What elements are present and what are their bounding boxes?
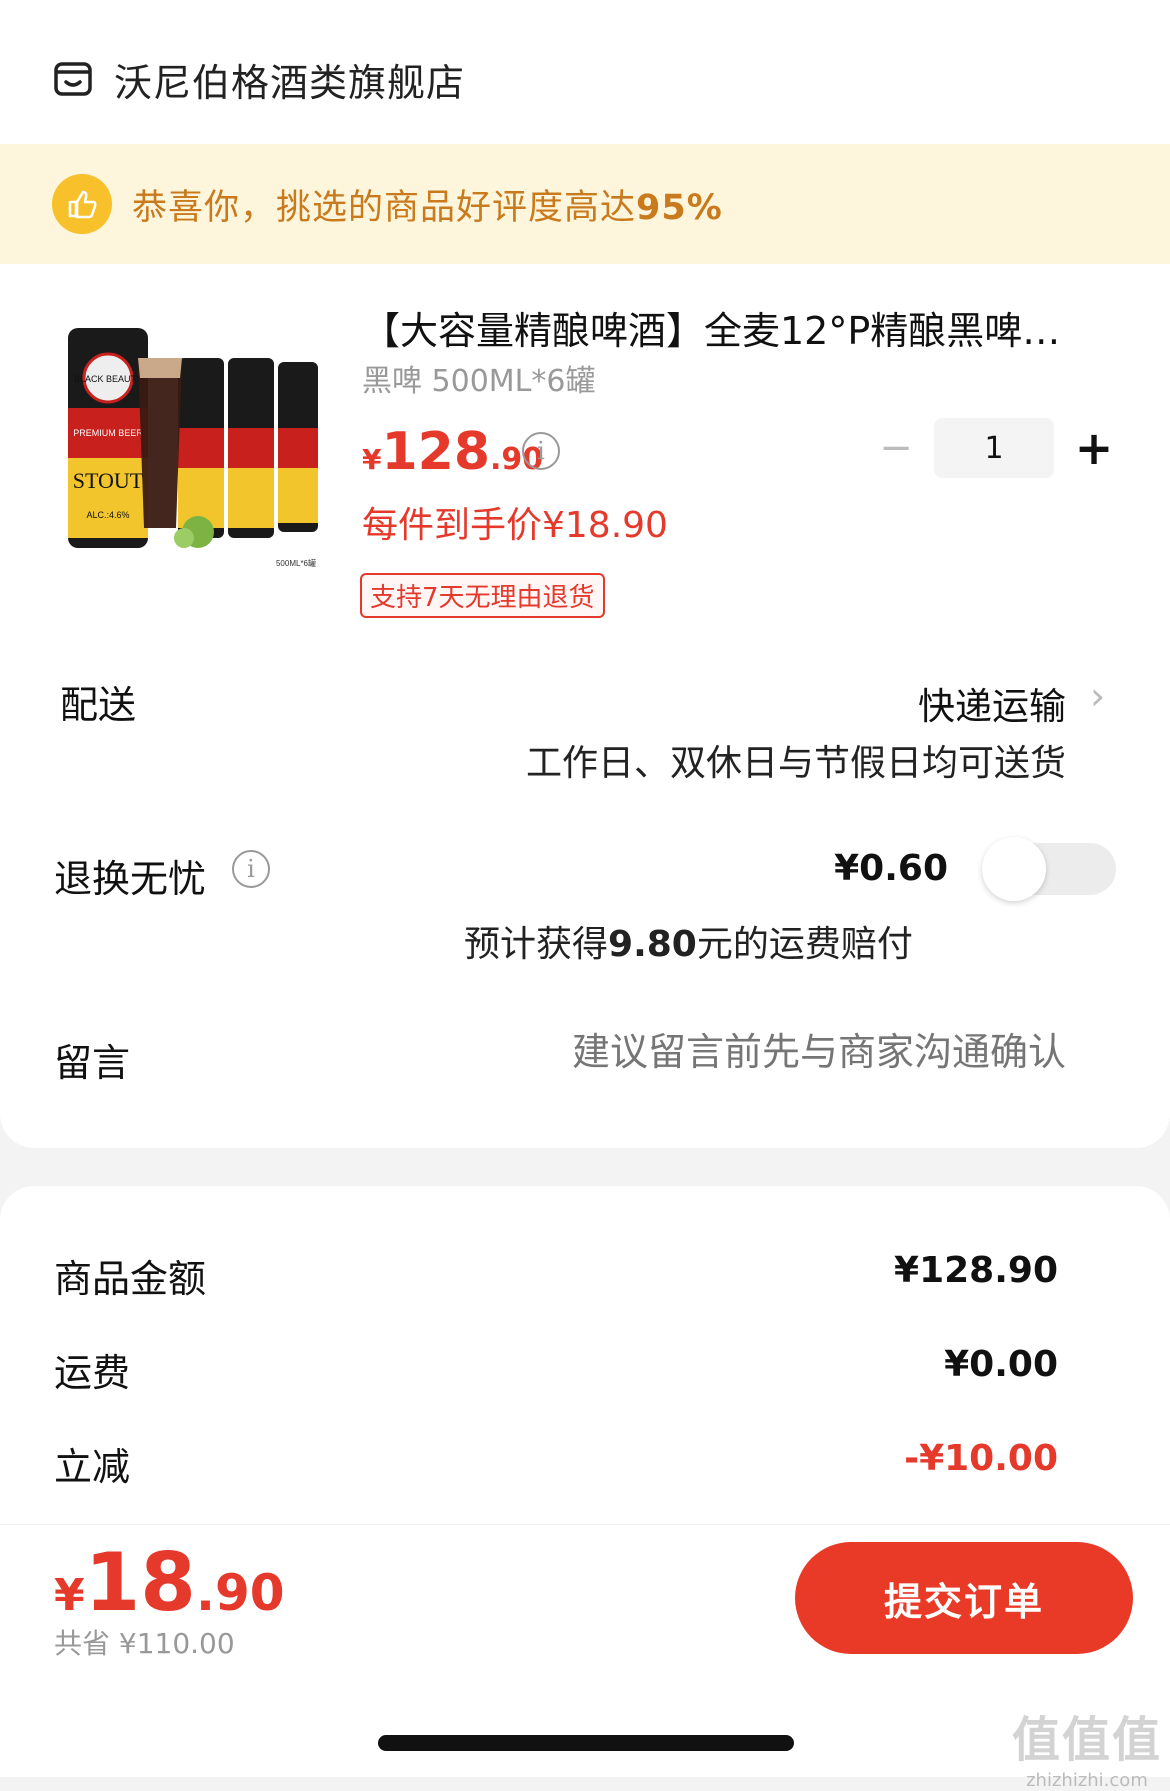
delivery-label: 配送: [60, 683, 137, 727]
summary-label: 立减: [54, 1445, 131, 1489]
rating-banner: 恭喜你，挑选的商品好评度高达95%: [0, 144, 1170, 264]
svg-text:STOUT: STOUT: [73, 468, 144, 493]
thumbs-up-icon: [52, 174, 112, 234]
watermark: 值值值 zhizhizhi.com: [1011, 1712, 1162, 1791]
unit-price: 每件到手价¥18.90: [362, 505, 668, 546]
message-label: 留言: [54, 1041, 131, 1085]
svg-text:500ML*6罐: 500ML*6罐: [276, 558, 316, 568]
return-insurance-note: 预计获得9.80元的运费赔付: [464, 924, 913, 965]
summary-value: ¥128.90: [894, 1250, 1058, 1291]
message-input[interactable]: [540, 1030, 1066, 1074]
discount-value: -¥10.00: [904, 1438, 1058, 1479]
quantity-stepper: − 1 +: [876, 418, 1114, 478]
summary-label: 运费: [54, 1351, 131, 1395]
delivery-note: 工作日、双休日与节假日均可送货: [525, 743, 1066, 784]
quantity-minus-button[interactable]: −: [876, 425, 916, 471]
store-name: 沃尼伯格酒类旗舰店: [114, 60, 466, 105]
summary-value: ¥0.00: [944, 1344, 1058, 1385]
toggle-knob: [982, 837, 1046, 901]
quantity-input[interactable]: 1: [934, 418, 1054, 478]
return-info-icon[interactable]: i: [232, 850, 270, 888]
product-spec[interactable]: 黑啤 500ML*6罐: [362, 356, 595, 400]
product-price: ¥128.90: [362, 422, 544, 482]
product-title[interactable]: 【大容量精酿啤酒】全麦12°P精酿黑啤…: [362, 300, 1102, 355]
banner-highlight: 95%: [636, 187, 723, 228]
price-info-icon[interactable]: i: [522, 432, 560, 470]
banner-text: 恭喜你，挑选的商品好评度高达95%: [132, 187, 723, 228]
submit-order-button[interactable]: 提交订单: [795, 1542, 1133, 1654]
total-price: ¥18.90: [54, 1536, 285, 1629]
return-insurance-price: ¥0.60: [834, 848, 948, 889]
home-indicator[interactable]: [378, 1735, 794, 1751]
return-policy-tag: 支持7天无理由退货: [360, 573, 605, 618]
summary-label: 商品金额: [54, 1257, 207, 1301]
product-image[interactable]: BLACK BEAUTY PREMIUM BEER STOUT ALC.:4.6…: [58, 318, 328, 578]
delivery-method[interactable]: 快递运输: [918, 676, 1066, 730]
store-header[interactable]: 沃尼伯格酒类旗舰店: [52, 50, 465, 108]
saved-amount: 共省 ¥110.00: [54, 1627, 235, 1660]
return-insurance-label: 退换无忧: [54, 857, 207, 901]
chevron-right-icon[interactable]: ›: [1090, 674, 1105, 718]
svg-text:BLACK BEAUTY: BLACK BEAUTY: [74, 374, 142, 384]
svg-text:ALC.:4.6%: ALC.:4.6%: [86, 510, 129, 520]
shop-icon: [54, 62, 92, 96]
return-insurance-toggle[interactable]: [982, 837, 1116, 901]
quantity-plus-button[interactable]: +: [1074, 421, 1114, 475]
order-card: 沃尼伯格酒类旗舰店 恭喜你，挑选的商品好评度高达95% BLACK BEAUTY…: [0, 0, 1170, 1148]
svg-text:PREMIUM BEER: PREMIUM BEER: [73, 428, 143, 438]
